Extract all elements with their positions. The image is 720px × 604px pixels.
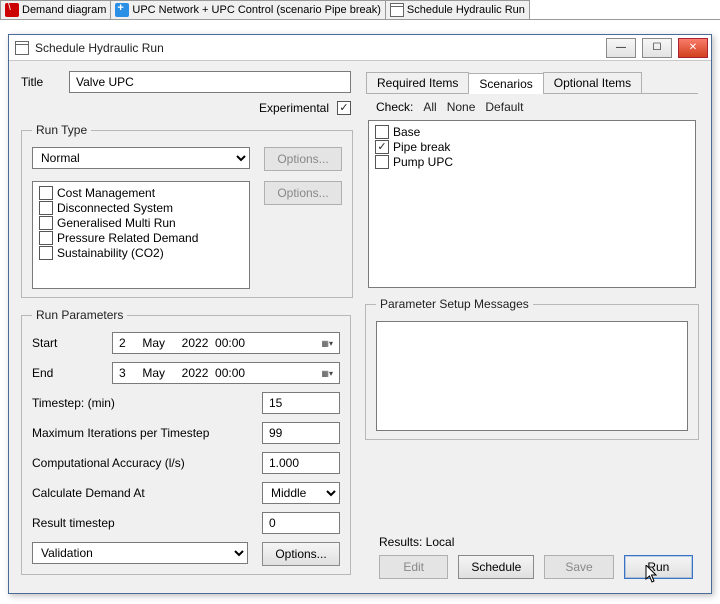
run-button[interactable]: Run — [624, 555, 693, 579]
maxiter-label: Maximum Iterations per Timestep — [32, 426, 262, 440]
parameter-messages-box[interactable] — [376, 321, 688, 431]
mdi-tab-demand[interactable]: Demand diagram — [0, 0, 111, 19]
close-button[interactable]: ✕ — [678, 38, 708, 58]
check-label: Check: — [376, 100, 413, 114]
checkbox-icon[interactable] — [375, 125, 389, 139]
result-timestep-label: Result timestep — [32, 516, 262, 530]
validation-options-button[interactable]: Options... — [262, 542, 340, 566]
mdi-tab-schedule[interactable]: Schedule Hydraulic Run — [385, 0, 530, 19]
timestep-input[interactable] — [262, 392, 340, 414]
tab-scenarios[interactable]: Scenarios — [468, 73, 543, 94]
schedule-run-icon — [390, 3, 404, 17]
run-type-checklist[interactable]: Cost Management Disconnected System Gene… — [32, 181, 250, 289]
timestep-label: Timestep: (min) — [32, 396, 262, 410]
end-datetime-picker[interactable]: 3 May 2022 00:00 ▦▾ — [112, 362, 340, 384]
end-label: End — [32, 366, 112, 380]
checkbox-icon[interactable] — [39, 186, 53, 200]
run-type-sub-options-button[interactable]: Options... — [264, 181, 342, 205]
upc-network-icon — [115, 3, 129, 17]
titlebar[interactable]: Schedule Hydraulic Run — ☐ ✕ — [9, 35, 711, 61]
checkbox-icon[interactable] — [375, 140, 389, 154]
mdi-tab-label: Demand diagram — [22, 4, 106, 16]
check-none-link[interactable]: None — [447, 100, 476, 114]
demand-diagram-icon — [5, 3, 19, 17]
tab-required-items[interactable]: Required Items — [366, 72, 469, 93]
calc-demand-label: Calculate Demand At — [32, 486, 262, 500]
list-item: Cost Management — [39, 186, 243, 200]
list-item: Pressure Related Demand — [39, 231, 243, 245]
experimental-label: Experimental — [259, 101, 329, 115]
run-type-group: Run Type Normal Options... Cost Manageme… — [21, 123, 353, 298]
check-all-link[interactable]: All — [423, 100, 436, 114]
list-item: Base — [375, 125, 689, 139]
validation-select[interactable]: Validation — [32, 542, 248, 564]
scenario-list[interactable]: Base Pipe break Pump UPC — [368, 120, 696, 288]
result-timestep-input[interactable] — [262, 512, 340, 534]
accuracy-label: Computational Accuracy (l/s) — [32, 456, 262, 470]
checkbox-icon[interactable] — [375, 155, 389, 169]
save-button[interactable]: Save — [544, 555, 613, 579]
tab-optional-items[interactable]: Optional Items — [543, 72, 642, 93]
calendar-dropdown-icon[interactable]: ▦▾ — [321, 369, 333, 378]
minimize-button[interactable]: — — [606, 38, 636, 58]
right-tabs: Required Items Scenarios Optional Items — [366, 72, 698, 94]
title-input[interactable] — [69, 71, 351, 93]
start-datetime-picker[interactable]: 2 May 2022 00:00 ▦▾ — [112, 332, 340, 354]
run-type-options-button[interactable]: Options... — [264, 147, 342, 171]
list-item: Pipe break — [375, 140, 689, 154]
edit-button[interactable]: Edit — [379, 555, 448, 579]
parameter-messages-legend: Parameter Setup Messages — [376, 297, 533, 311]
check-default-link[interactable]: Default — [485, 100, 523, 114]
accuracy-input[interactable] — [262, 452, 340, 474]
title-label: Title — [21, 75, 69, 89]
parameter-messages-group: Parameter Setup Messages — [365, 297, 699, 440]
experimental-checkbox[interactable] — [337, 101, 351, 115]
window-title: Schedule Hydraulic Run — [35, 41, 603, 55]
mdi-tab-label: UPC Network + UPC Control (scenario Pipe… — [132, 4, 381, 16]
checkbox-icon[interactable] — [39, 216, 53, 230]
run-parameters-group: Run Parameters Start 2 May 2022 00:00 ▦▾… — [21, 308, 351, 575]
maximize-button[interactable]: ☐ — [642, 38, 672, 58]
run-type-legend: Run Type — [32, 123, 91, 137]
schedule-hydraulic-run-window: Schedule Hydraulic Run — ☐ ✕ Title Exper… — [8, 34, 712, 594]
mdi-tab-label: Schedule Hydraulic Run — [407, 4, 525, 16]
calendar-dropdown-icon[interactable]: ▦▾ — [321, 339, 333, 348]
list-item: Disconnected System — [39, 201, 243, 215]
start-label: Start — [32, 336, 112, 350]
checkbox-icon[interactable] — [39, 231, 53, 245]
results-location-label: Results: Local — [379, 535, 699, 549]
list-item: Pump UPC — [375, 155, 689, 169]
calc-demand-select[interactable]: Middle — [262, 482, 340, 504]
window-icon — [15, 41, 29, 55]
mdi-tab-strip: Demand diagram UPC Network + UPC Control… — [0, 0, 720, 20]
mdi-tab-network[interactable]: UPC Network + UPC Control (scenario Pipe… — [110, 0, 386, 19]
maxiter-input[interactable] — [262, 422, 340, 444]
checkbox-icon[interactable] — [39, 246, 53, 260]
list-item: Generalised Multi Run — [39, 216, 243, 230]
list-item: Sustainability (CO2) — [39, 246, 243, 260]
schedule-button[interactable]: Schedule — [458, 555, 534, 579]
checkbox-icon[interactable] — [39, 201, 53, 215]
run-type-select[interactable]: Normal — [32, 147, 250, 169]
run-parameters-legend: Run Parameters — [32, 308, 127, 322]
